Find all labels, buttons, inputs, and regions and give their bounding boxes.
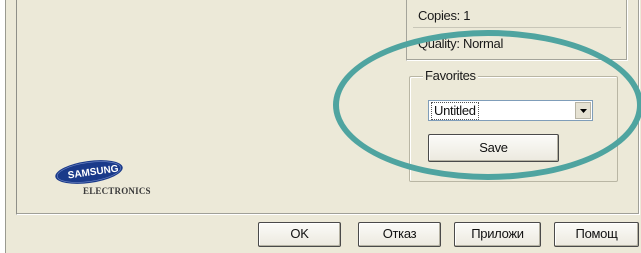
dropdown-arrow-button[interactable] [575,102,591,119]
printer-properties-dialog: Copies: 1 Quality: Normal Favorites Unti… [5,0,641,253]
cancel-button[interactable]: Отказ [358,222,441,247]
favorites-legend: Favorites [423,68,478,83]
samsung-logo-wordmark: SAMSUNG [67,163,119,181]
favorites-dropdown[interactable]: Untitled [428,100,593,121]
save-favorite-button[interactable]: Save [428,134,559,162]
quality-summary: Quality: Normal [418,36,504,51]
samsung-logo-subtitle: ELECTRONICS [83,186,151,196]
svg-text:SAMSUNG: SAMSUNG [67,163,119,181]
copies-summary: Copies: 1 [418,8,471,23]
favorites-selected-value: Untitled [431,102,479,120]
help-button[interactable]: Помощ [554,222,639,247]
ok-button[interactable]: OK [258,222,341,247]
apply-button[interactable]: Приложи [454,222,541,247]
favorites-group: Favorites Untitled Save [409,68,618,182]
summary-divider [413,27,621,28]
chevron-down-icon [580,109,587,113]
layout-tab-panel: Copies: 1 Quality: Normal Favorites Unti… [16,0,640,215]
settings-summary-box: Copies: 1 Quality: Normal [406,0,628,61]
